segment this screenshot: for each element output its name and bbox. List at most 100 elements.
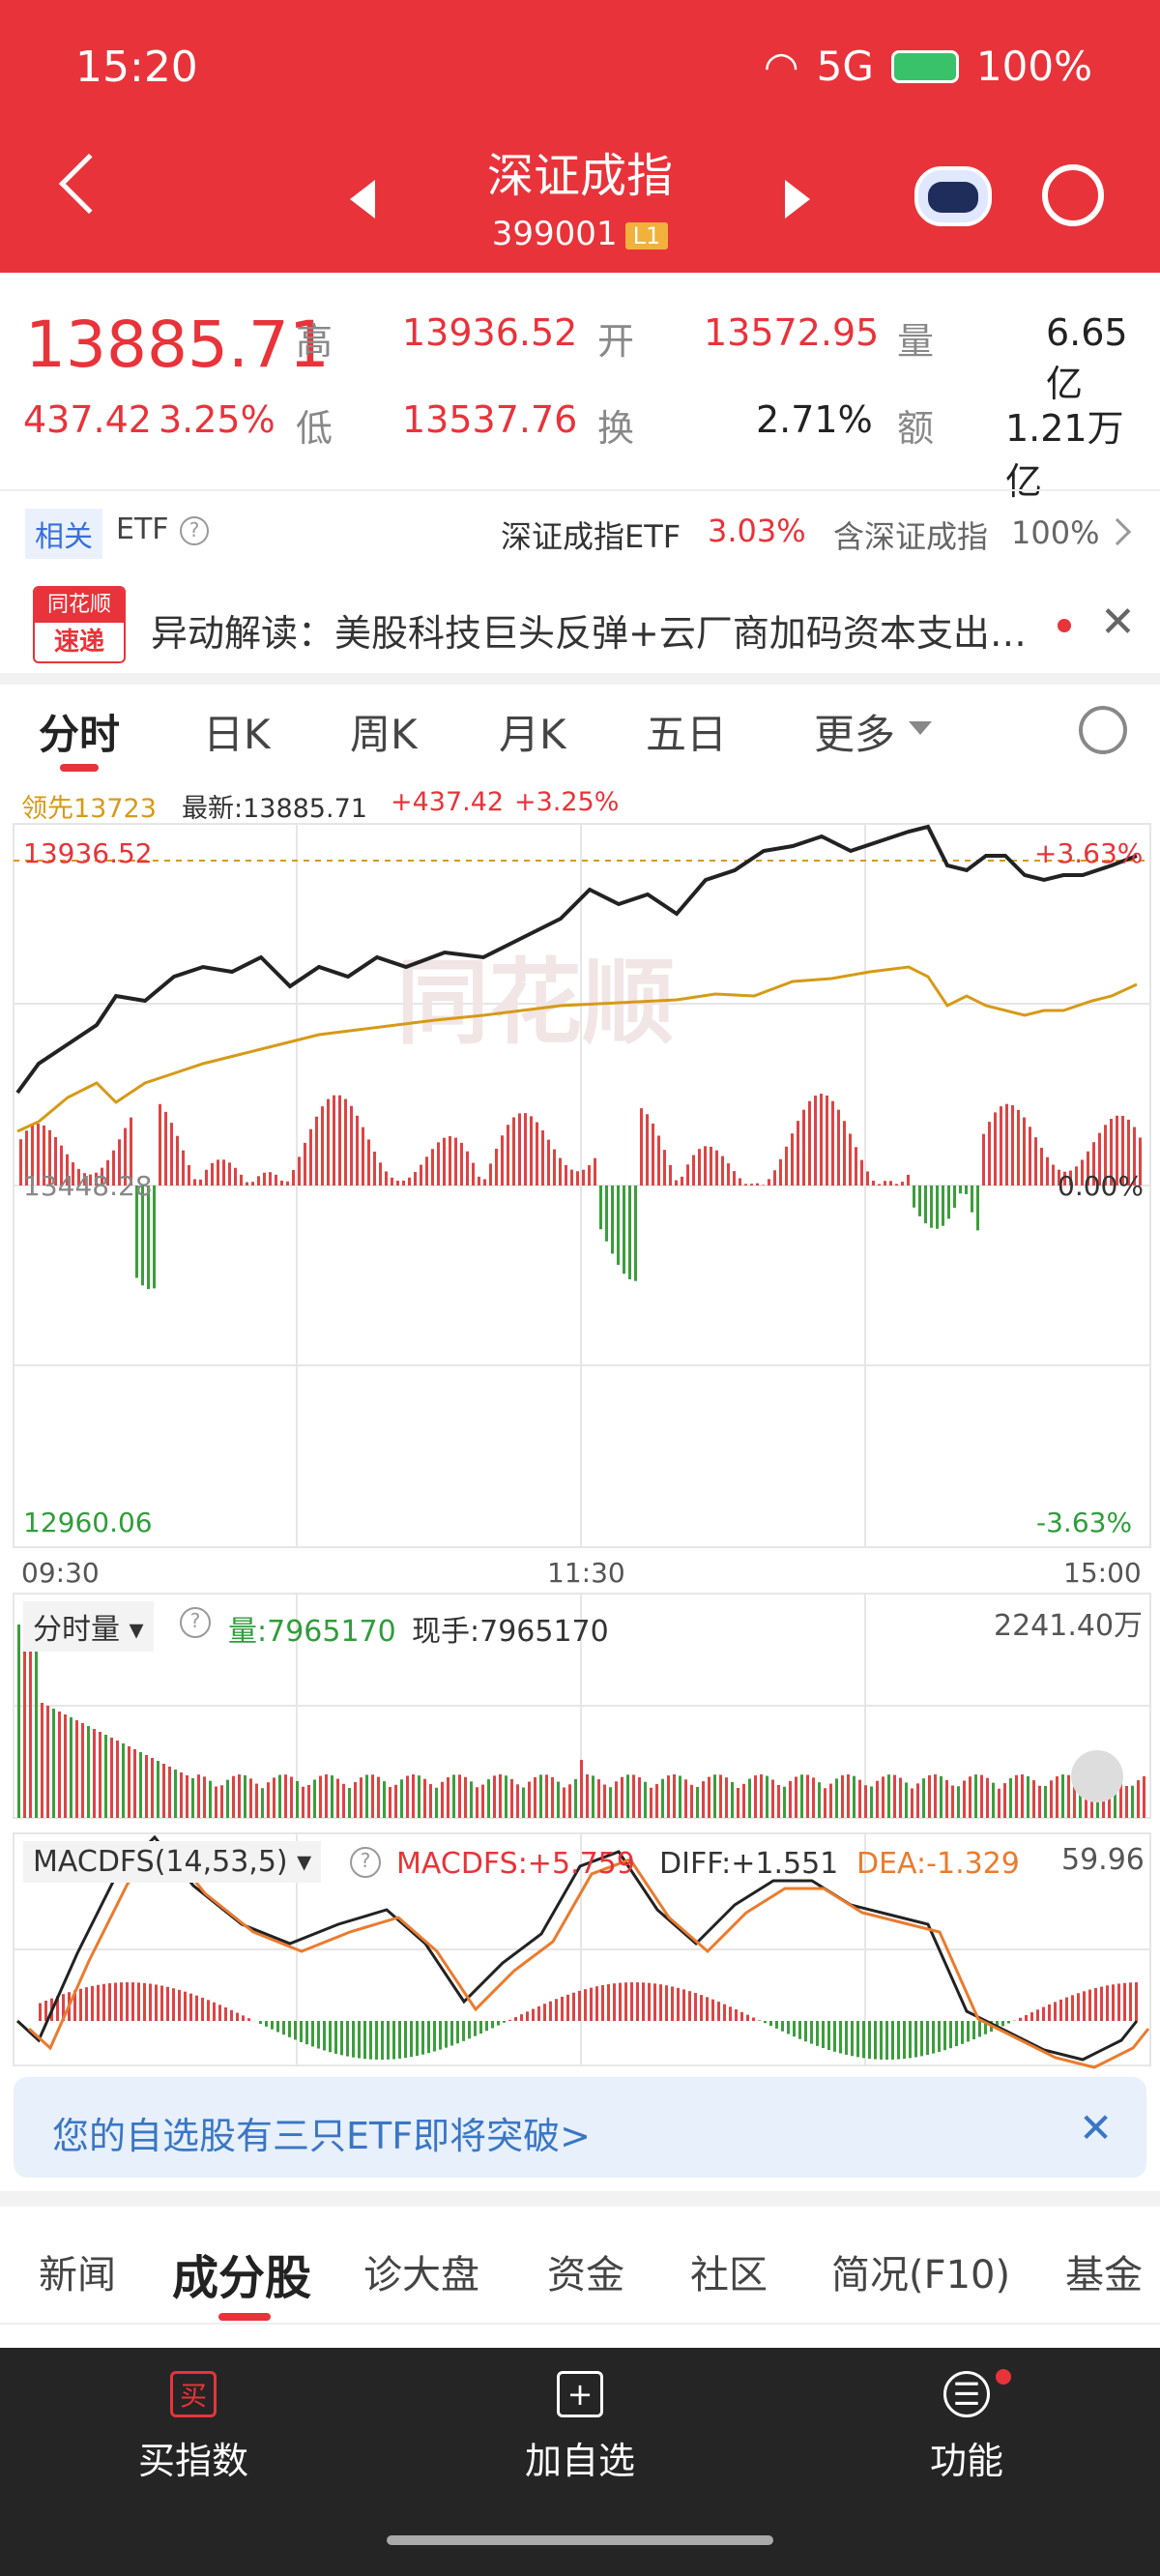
search-icon[interactable] bbox=[1042, 164, 1104, 226]
network-label: 5G bbox=[816, 43, 874, 90]
volume-bar bbox=[847, 1774, 850, 1818]
macd-bar bbox=[781, 2021, 784, 2032]
change-bar bbox=[710, 1146, 712, 1186]
change-bar bbox=[153, 1186, 156, 1289]
chevron-right-icon[interactable] bbox=[1103, 517, 1132, 546]
tab-five-day[interactable]: 五日 bbox=[646, 702, 727, 761]
divider bbox=[0, 2323, 1160, 2325]
macd-bar bbox=[1048, 2004, 1051, 2021]
news-dot bbox=[1058, 619, 1071, 632]
volume-bar bbox=[1015, 1774, 1018, 1818]
change-bar bbox=[646, 1114, 649, 1186]
close-news-icon[interactable]: ✕ bbox=[1100, 598, 1136, 647]
volume-help-icon[interactable]: ? bbox=[180, 1607, 211, 1638]
macd-bar bbox=[184, 1991, 187, 2021]
change-bar bbox=[826, 1095, 828, 1186]
function-button[interactable]: ☰ 功能 bbox=[851, 2371, 1083, 2484]
volume-bar bbox=[824, 1788, 826, 1818]
bottom-tab-fund[interactable]: 基金 bbox=[1065, 2243, 1143, 2299]
volume-selector[interactable]: 分时量 ▾ bbox=[23, 1601, 154, 1652]
change-bar bbox=[675, 1180, 678, 1186]
volume-bar bbox=[360, 1777, 362, 1818]
volume-bar bbox=[592, 1775, 594, 1818]
macd-bar bbox=[120, 1982, 123, 2021]
change-bar bbox=[669, 1164, 672, 1186]
macd-bar bbox=[155, 1984, 158, 2021]
macd-bar bbox=[642, 1982, 645, 2021]
close-notice-icon[interactable]: ✕ bbox=[1079, 2104, 1113, 2152]
volume-bar bbox=[348, 1787, 351, 1818]
change-bar bbox=[269, 1172, 272, 1186]
macd-bar bbox=[160, 1985, 163, 2021]
macd-bar bbox=[752, 2017, 755, 2021]
tab-more-dropdown-icon[interactable] bbox=[909, 721, 932, 735]
x-label-close: 15:00 bbox=[1063, 1557, 1142, 1589]
volume-bar bbox=[203, 1776, 206, 1818]
volume-bar bbox=[951, 1785, 954, 1818]
macd-bar bbox=[323, 2021, 326, 2051]
macd-bar bbox=[79, 1988, 82, 2021]
volume-bar bbox=[980, 1774, 983, 1818]
tab-weekly-k[interactable]: 周K bbox=[350, 702, 418, 761]
tab-intraday[interactable]: 分时 bbox=[39, 702, 120, 761]
change-bar bbox=[350, 1105, 353, 1186]
volume-bar bbox=[1137, 1780, 1140, 1818]
chart-settings-icon[interactable] bbox=[1079, 706, 1127, 754]
volume-bar bbox=[371, 1774, 374, 1818]
volume-bar bbox=[708, 1776, 710, 1818]
macd-help-icon[interactable]: ? bbox=[350, 1847, 381, 1878]
robot-assistant-icon[interactable] bbox=[914, 166, 992, 226]
change-bar bbox=[518, 1113, 521, 1186]
macd-bar bbox=[798, 2021, 801, 2039]
volume-bar bbox=[64, 1714, 67, 1818]
macd-bar bbox=[44, 2001, 47, 2021]
section-gap bbox=[0, 673, 1160, 685]
volume-bar bbox=[1044, 1785, 1047, 1818]
volume-bar bbox=[928, 1774, 931, 1818]
volume-bar bbox=[1050, 1780, 1053, 1818]
add-watchlist-button[interactable]: + 加自选 bbox=[464, 2371, 696, 2484]
macd-bar bbox=[479, 2021, 482, 2034]
current-price: 13885.71 bbox=[25, 307, 330, 382]
expand-icon[interactable] bbox=[1071, 1750, 1123, 1802]
macd-bar bbox=[630, 1982, 633, 2021]
macd-bar bbox=[1100, 1986, 1103, 2021]
macd-bar bbox=[300, 2021, 303, 2042]
bottom-tab-community[interactable]: 社区 bbox=[690, 2243, 768, 2299]
volume-bar bbox=[771, 1779, 774, 1818]
volume-bar bbox=[812, 1777, 815, 1818]
change-bar bbox=[756, 1183, 759, 1186]
help-icon[interactable]: ? bbox=[180, 516, 209, 545]
bottom-tab-components[interactable]: 成分股 bbox=[172, 2239, 311, 2307]
tab-monthly-k[interactable]: 月K bbox=[499, 702, 566, 761]
macd-bar bbox=[491, 2021, 494, 2029]
macd-bar bbox=[85, 1987, 88, 2021]
high-value: 13936.52 bbox=[402, 311, 578, 354]
volume-bar bbox=[516, 1784, 519, 1818]
bottom-tab-news[interactable]: 新闻 bbox=[39, 2243, 116, 2299]
divider bbox=[0, 489, 1160, 491]
etf-name[interactable]: 深证成指ETF bbox=[501, 512, 681, 557]
volume-bar bbox=[742, 1783, 745, 1818]
macd-bar bbox=[885, 2021, 888, 2060]
macd-bar bbox=[195, 1995, 198, 2021]
change-bar bbox=[628, 1186, 631, 1280]
volume-bar bbox=[400, 1779, 403, 1818]
news-text[interactable]: 异动解读：美股科技巨头反弹+云厂商加码资本支出… bbox=[151, 603, 1027, 657]
macd-bar bbox=[613, 1983, 616, 2021]
volume-bar bbox=[423, 1778, 426, 1818]
etf-notice-text[interactable]: 您的自选股有三只ETF即将突破> bbox=[52, 2106, 591, 2159]
lead-value: 领先13723 bbox=[21, 794, 157, 824]
tab-daily-k[interactable]: 日K bbox=[203, 702, 271, 761]
macd-selector[interactable]: MACDFS(14,53,5) ▾ bbox=[23, 1841, 322, 1883]
volume-bar bbox=[806, 1774, 809, 1818]
change-bar bbox=[275, 1174, 277, 1186]
bottom-tab-diagnose[interactable]: 诊大盘 bbox=[363, 2243, 479, 2299]
bottom-tab-profile[interactable]: 简况(F10) bbox=[831, 2243, 1010, 2299]
volume-bar bbox=[1038, 1785, 1041, 1818]
tab-more[interactable]: 更多 bbox=[814, 702, 895, 761]
macd-bar bbox=[787, 2021, 790, 2034]
bottom-tab-funds[interactable]: 资金 bbox=[547, 2243, 624, 2299]
buy-index-button[interactable]: 买 买指数 bbox=[77, 2371, 309, 2484]
volume-bar bbox=[1003, 1783, 1006, 1818]
